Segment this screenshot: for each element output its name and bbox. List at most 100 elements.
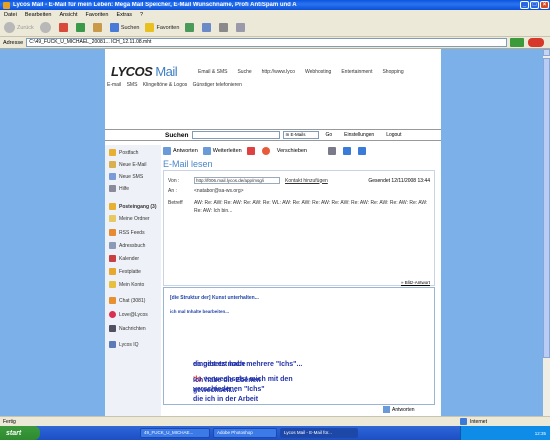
search-input[interactable]	[192, 131, 281, 139]
print-button[interactable]	[219, 23, 230, 32]
subnav-email[interactable]: E-mail	[107, 82, 121, 88]
start-button[interactable]: start	[0, 426, 40, 440]
topnav-shopping[interactable]: Shopping	[382, 69, 403, 75]
reply-button[interactable]: Antworten	[163, 147, 198, 155]
nav-new-sms[interactable]: Neue SMS	[109, 173, 143, 180]
nav-my-folders[interactable]: Meine Ordner	[109, 215, 150, 222]
vertical-scrollbar[interactable]	[543, 49, 550, 416]
search-button[interactable]: Suchen	[109, 23, 139, 32]
sms-icon	[109, 173, 116, 180]
stop-button[interactable]	[58, 23, 70, 32]
left-sidebar: Postfach Neue E-Mail Neue SMS Hilfe Post…	[105, 145, 161, 416]
subnav-sms[interactable]: SMS	[127, 82, 138, 88]
body-link-1[interactable]: [die Struktur der] Kunst unterhalten...	[170, 295, 259, 301]
account-icon	[109, 281, 116, 288]
body-link-2[interactable]: ich mal Inhalte bearbeiten...	[170, 309, 229, 314]
rss-icon	[109, 229, 116, 236]
close-button[interactable]: ×	[540, 1, 549, 9]
from-row: Von : http://f006.mail.lycos.de/app/msg/…	[168, 177, 328, 184]
menu-edit[interactable]: Bearbeiten	[25, 12, 52, 18]
address-label: Adresse	[3, 39, 24, 46]
delete-button[interactable]	[246, 147, 257, 155]
forward-mail-button[interactable]: Weiterleiten	[202, 147, 242, 155]
nav-inbox[interactable]: Posteingang (3)	[109, 203, 157, 210]
subject-label: Betreff	[168, 200, 183, 206]
task-mht-file[interactable]: 49_FUCK_U_MICHAE...	[140, 428, 210, 438]
status-bar: Fertig Internet	[0, 416, 550, 426]
menu-file[interactable]: Datei	[4, 12, 17, 18]
folder-icon	[109, 215, 116, 222]
nav-hard-disk[interactable]: Festplatte	[109, 268, 141, 275]
calendar-icon	[109, 255, 116, 262]
lycos-logo[interactable]: LYCOS Mail	[111, 64, 178, 79]
bottom-reply-button[interactable]: Antworten	[383, 406, 415, 413]
menu-tools[interactable]: Extras	[116, 12, 132, 18]
search-scope-select[interactable]: In E-Mails	[283, 131, 320, 139]
new-mail-icon	[109, 161, 116, 168]
next-mail-button[interactable]	[358, 147, 368, 155]
quick-reply-link[interactable]: » Blitz-Antwort	[401, 280, 430, 285]
subnav-ringtones[interactable]: Klingeltöne & Logos	[143, 82, 187, 88]
nav-help[interactable]: Hilfe	[109, 185, 129, 192]
edit-button[interactable]	[236, 23, 247, 32]
from-field[interactable]: http://f006.mail.lycos.de/app/msg/i	[194, 177, 280, 184]
back-button[interactable]: Zurück	[4, 22, 34, 33]
logout-link[interactable]: Logout	[386, 132, 401, 138]
nav-calendar[interactable]: Kalender	[109, 255, 139, 262]
home-button[interactable]	[92, 23, 104, 32]
security-zone: Internet	[460, 418, 487, 425]
home-icon	[92, 23, 102, 32]
mail-icon	[202, 23, 212, 32]
minimize-button[interactable]: _	[520, 1, 529, 9]
nav-rss-feeds[interactable]: RSS Feeds	[109, 229, 145, 236]
browser-toolbar: Zurück Suchen Favoriten	[0, 19, 550, 37]
topnav-webhosting[interactable]: Webhosting	[305, 69, 331, 75]
maximize-button[interactable]: □	[530, 1, 539, 9]
menu-bar: Datei Bearbeiten Ansicht Favoriten Extra…	[0, 10, 550, 19]
add-contact-link[interactable]: Kontakt hinzufügen	[285, 178, 328, 184]
subnav-cheap-calls[interactable]: Günstiger telefonieren	[193, 82, 242, 88]
address-input[interactable]: C:\49_FUCK_U_MICHAEL_20081... ICH_12.11.…	[26, 38, 507, 47]
history-button[interactable]	[185, 23, 196, 32]
mail-button[interactable]	[202, 23, 213, 32]
task-lycos-mail[interactable]: Lycos Mail - E-Mail für...	[280, 428, 358, 438]
message-line-5: eingesetzt habe	[193, 361, 246, 368]
nav-new-email[interactable]: Neue E-Mail	[109, 161, 147, 168]
sent-date: Gesendet 12/11/2008 13:44	[368, 178, 430, 184]
settings-link[interactable]: Einstellungen	[344, 132, 374, 138]
task-photoshop[interactable]: Adobe Photoshop	[213, 428, 277, 438]
ie-icon	[3, 1, 10, 9]
nav-address-book[interactable]: Adressbuch	[109, 242, 145, 249]
nav-love-lycos[interactable]: Love@Lycos	[109, 311, 148, 318]
to-value: <natabor@sa-ws.org>	[194, 188, 244, 194]
toolbar-addon-icon[interactable]	[528, 38, 544, 47]
nav-my-account[interactable]: Mein Konto	[109, 281, 144, 288]
nav-chat[interactable]: Chat (3081)	[109, 297, 145, 304]
favorites-button[interactable]: Favoriten	[145, 23, 179, 32]
iq-icon	[109, 341, 116, 348]
search-go-button[interactable]: Go	[325, 132, 332, 138]
nav-messages[interactable]: Nachrichten	[109, 325, 146, 332]
move-button[interactable]: Verschieben	[277, 148, 307, 154]
message-line-6: ich habe die Ebenen	[193, 377, 261, 384]
topnav-email-sms[interactable]: Email & SMS	[198, 69, 227, 75]
scroll-thumb[interactable]	[543, 58, 550, 358]
topnav-search[interactable]: Suche	[237, 69, 251, 75]
topnav-entertainment[interactable]: Entertainment	[341, 69, 372, 75]
refresh-button[interactable]	[75, 23, 87, 32]
menu-view[interactable]: Ansicht	[59, 12, 77, 18]
menu-favorites[interactable]: Favoriten	[86, 12, 109, 18]
scroll-up-arrow[interactable]	[543, 49, 550, 56]
nav-lycos-iq[interactable]: Lycos IQ	[109, 341, 139, 348]
message-line-4: die ich in der Arbeit	[193, 396, 259, 403]
nav-mailbox[interactable]: Postfach	[109, 149, 138, 156]
spam-button[interactable]	[261, 147, 272, 155]
print-mail-button[interactable]	[328, 147, 338, 155]
previous-mail-button[interactable]	[343, 147, 353, 155]
go-button[interactable]	[510, 38, 524, 47]
topnav-url[interactable]: http://www.lyco	[262, 69, 295, 75]
hard-disk-icon	[109, 268, 116, 275]
menu-help[interactable]: ?	[140, 12, 143, 18]
mailbox-icon	[109, 149, 116, 156]
forward-button[interactable]	[39, 22, 53, 33]
